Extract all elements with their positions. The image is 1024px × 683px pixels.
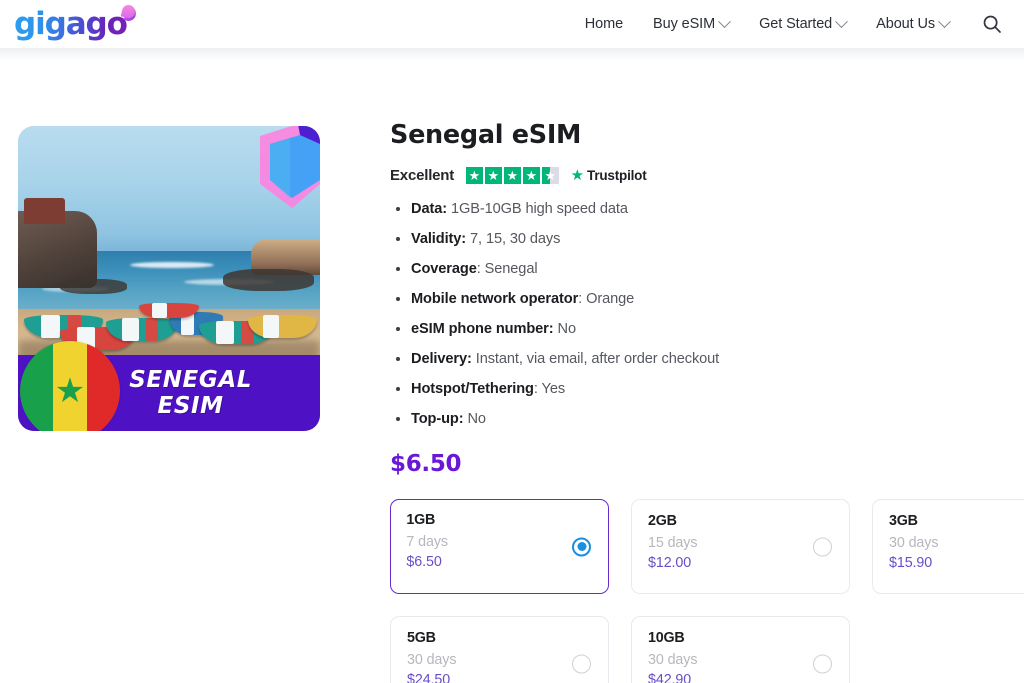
plan-option-1gb[interactable]: 1GB 7 days $6.50 (390, 499, 609, 594)
plan-option-5gb[interactable]: 5GB 30 days $24.50 (390, 616, 609, 683)
star-half-icon: ★ (542, 167, 559, 184)
site-header: gigago Home Buy eSIM Get Started About U… (0, 0, 1024, 61)
plan-options-grid: 1GB 7 days $6.50 2GB 15 days $12.00 3GB … (390, 499, 1024, 683)
senegal-flag-icon: ★ (20, 341, 120, 431)
plan-option-2gb[interactable]: 2GB 15 days $12.00 (631, 499, 850, 594)
product-price: $6.50 (390, 451, 462, 477)
plan-size: 10GB (648, 630, 685, 646)
spec-value: No (557, 321, 577, 337)
site-logo[interactable]: gigago (14, 3, 137, 42)
plan-radio-selected[interactable] (572, 537, 591, 556)
plan-price: $24.50 (407, 672, 451, 683)
page-body: SENEGAL ESIM ★ Senegal eSIM Excellent ★ … (0, 48, 1024, 683)
plan-price: $42.90 (648, 672, 692, 683)
plan-radio[interactable] (813, 537, 832, 556)
star-filled-icon: ★ (466, 167, 483, 184)
plan-price: $6.50 (406, 554, 442, 571)
rating-word: Excellent (390, 167, 455, 184)
nav-item-label: Buy eSIM (653, 16, 716, 32)
plan-price: $12.00 (648, 555, 692, 571)
nav-item-label: Get Started (759, 16, 833, 32)
trustpilot-brand-label: Trustpilot (587, 168, 647, 183)
nav-item-buy-esim[interactable]: Buy eSIM (638, 10, 744, 38)
plan-days: 30 days (889, 535, 939, 551)
spec-item-data: Data: 1GB-10GB high speed data (390, 201, 1024, 217)
rating-stars: ★ ★ ★ ★ ★ (466, 167, 559, 184)
star-filled-icon: ★ (523, 167, 540, 184)
image-banner-line1: SENEGAL (129, 367, 252, 393)
spec-label: Top-up: (411, 411, 464, 427)
plan-option-10gb[interactable]: 10GB 30 days $42.90 (631, 616, 850, 683)
plan-days: 30 days (648, 652, 698, 668)
image-banner-text: SENEGAL ESIM (129, 367, 294, 419)
spec-label: Hotspot/Tethering (411, 381, 534, 397)
spec-value: No (467, 411, 486, 427)
plan-days: 30 days (407, 652, 457, 668)
flag-star-icon: ★ (54, 372, 86, 410)
spec-item-operator: Mobile network operator: Orange (390, 291, 1024, 307)
plan-size: 5GB (407, 630, 436, 646)
plan-option-3gb[interactable]: 3GB 30 days $15.90 (872, 499, 1024, 594)
search-icon (983, 15, 1001, 33)
spec-label: Data: (411, 201, 447, 217)
plan-size: 2GB (648, 513, 677, 529)
product-image-column: SENEGAL ESIM ★ (0, 48, 390, 683)
product-details-column: Senegal eSIM Excellent ★ ★ ★ ★ ★ ★ Trust… (390, 48, 1024, 683)
spec-item-topup: Top-up: No (390, 411, 1024, 427)
spec-label: Coverage (411, 261, 477, 277)
nav-item-home[interactable]: Home (570, 10, 638, 38)
image-banner-line2: ESIM (157, 393, 224, 419)
nav-item-get-started[interactable]: Get Started (744, 10, 861, 38)
spec-value: : Yes (533, 381, 566, 397)
spec-label: eSIM phone number: (411, 321, 554, 337)
shield-watermark-icon (260, 126, 320, 208)
nav-item-about-us[interactable]: About Us (861, 10, 964, 38)
nav-item-label: Home (584, 16, 624, 32)
spec-item-hotspot: Hotspot/Tethering: Yes (390, 381, 1024, 397)
spec-value: : Senegal (476, 261, 538, 277)
trustpilot-star-icon: ★ (570, 167, 585, 184)
logo-swoosh-icon (114, 3, 137, 27)
plan-radio[interactable] (813, 654, 832, 673)
chevron-down-icon (718, 14, 731, 28)
image-boat (105, 318, 179, 342)
logo-text: gigago (14, 6, 128, 42)
chevron-down-icon (938, 14, 951, 28)
plan-size: 1GB (406, 512, 436, 529)
page-title: Senegal eSIM (390, 120, 582, 150)
image-rocks (223, 269, 314, 291)
spec-item-phone-number: eSIM phone number: No (390, 321, 1024, 337)
plan-radio[interactable] (572, 654, 591, 673)
spec-item-validity: Validity: 7, 15, 30 days (390, 231, 1024, 247)
nav-item-label: About Us (876, 16, 935, 32)
image-boat (138, 302, 200, 319)
chevron-down-icon (835, 14, 849, 28)
product-image[interactable]: SENEGAL ESIM ★ (18, 126, 320, 431)
plan-days: 15 days (648, 535, 698, 551)
spec-value: 7, 15, 30 days (470, 231, 561, 247)
spec-value: 1GB-10GB high speed data (450, 201, 628, 217)
spec-item-coverage: Coverage: Senegal (390, 261, 1024, 277)
star-filled-icon: ★ (485, 167, 502, 184)
plan-days: 7 days (406, 534, 448, 551)
spec-label: Validity: (411, 231, 467, 247)
spec-item-delivery: Delivery: Instant, via email, after orde… (390, 351, 1024, 367)
spec-label: Mobile network operator (411, 291, 579, 307)
header-divider (0, 48, 1024, 61)
plan-size: 3GB (889, 513, 918, 529)
search-button[interactable] (964, 8, 1008, 40)
main-navigation: Home Buy eSIM Get Started About Us (570, 8, 1008, 40)
star-filled-icon: ★ (504, 167, 521, 184)
image-cliff-left (18, 197, 97, 288)
spec-label: Delivery: (411, 351, 472, 367)
product-spec-list: Data: 1GB-10GB high speed data Validity:… (390, 201, 1024, 427)
image-rocks (60, 278, 127, 294)
image-boat (247, 315, 317, 338)
trustpilot-rating[interactable]: Excellent ★ ★ ★ ★ ★ ★ Trustpilot (390, 167, 1024, 184)
trustpilot-brand: ★ Trustpilot (571, 168, 647, 183)
spec-value: Instant, via email, after order checkout (475, 351, 720, 367)
spec-value: : Orange (578, 291, 635, 307)
plan-price: $15.90 (889, 555, 933, 571)
